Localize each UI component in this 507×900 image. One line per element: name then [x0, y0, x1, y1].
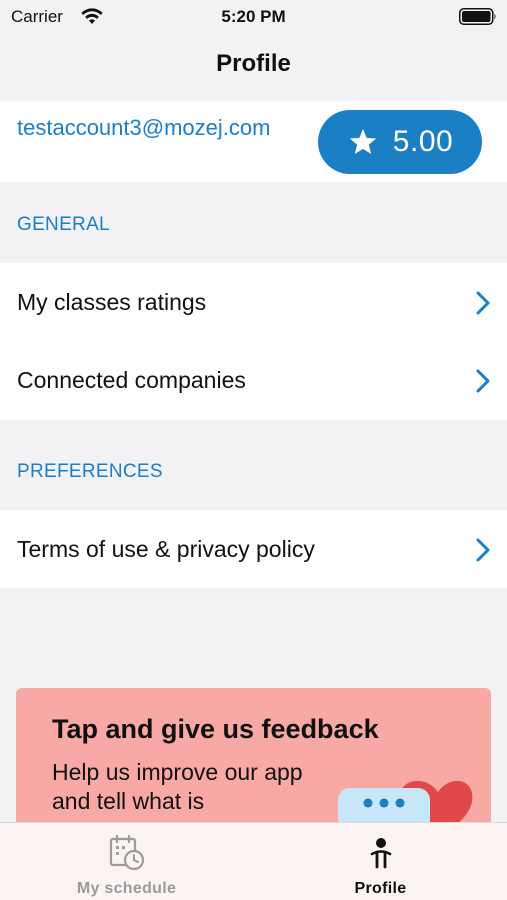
account-email: testaccount3@mozej.com [17, 115, 271, 140]
tab-bar: My schedule Profile [0, 822, 507, 900]
row-my-classes-ratings[interactable]: My classes ratings [0, 263, 507, 341]
tab-label: My schedule [76, 880, 177, 897]
row-label: Connected companies [17, 367, 246, 393]
chevron-right-icon [476, 538, 490, 562]
feedback-text: Help us improve our app and tell what is [52, 759, 303, 814]
tab-profile[interactable]: Profile [254, 823, 507, 900]
general-group: My classes ratings Connected companies [0, 263, 507, 420]
rating-button[interactable]: 5.00 [318, 110, 482, 174]
star-icon [349, 128, 376, 154]
tab-label: Profile [354, 880, 407, 897]
rating-value: 5.00 [392, 125, 454, 158]
clock: 5:20 PM [221, 7, 286, 26]
row-label: Terms of use & privacy policy [17, 536, 315, 562]
person-icon [370, 838, 391, 869]
section-header-general: GENERAL [17, 214, 110, 235]
row-terms-privacy[interactable]: Terms of use & privacy policy [0, 510, 507, 588]
section-header-preferences: PREFERENCES [17, 461, 163, 482]
account-row: testaccount3@mozej.com 5.00 [0, 101, 507, 182]
feedback-title: Tap and give us feedback [52, 714, 379, 744]
battery-icon [459, 8, 496, 25]
tab-my-schedule[interactable]: My schedule [0, 823, 253, 900]
preferences-group: Terms of use & privacy policy [0, 510, 507, 588]
chevron-right-icon [476, 369, 490, 393]
page-title: Profile [216, 50, 291, 77]
row-connected-companies[interactable]: Connected companies [0, 341, 507, 419]
row-label: My classes ratings [17, 289, 207, 315]
status-bar: Carrier 5:20 PM [0, 0, 507, 36]
chevron-right-icon [476, 291, 490, 315]
calendar-clock-icon [109, 834, 144, 871]
